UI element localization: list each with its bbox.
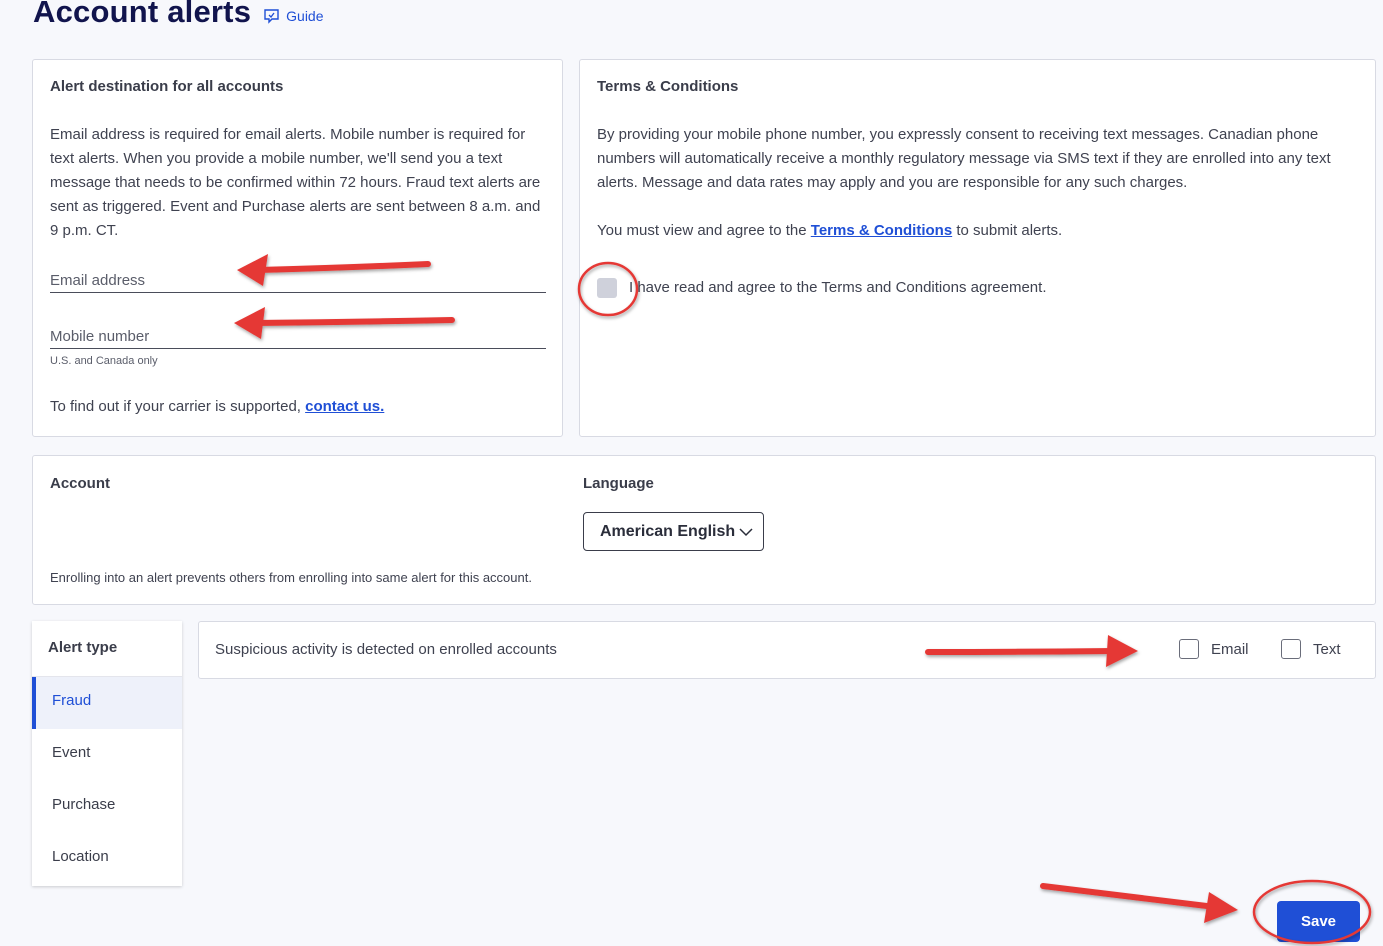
alert-type-location[interactable]: Location	[32, 833, 182, 885]
text-option-label: Text	[1313, 640, 1341, 658]
email-option: Email	[1179, 639, 1249, 659]
language-selected: American English	[600, 522, 736, 540]
page-header: Account alerts Guide	[33, 0, 324, 30]
email-checkbox[interactable]	[1179, 639, 1199, 659]
guide-link[interactable]: Guide	[263, 8, 324, 25]
chat-guide-icon	[264, 8, 279, 24]
mobile-hint: U.S. and Canada only	[50, 355, 158, 367]
alert-type-event[interactable]: Event	[32, 729, 182, 781]
email-option-label: Email	[1211, 640, 1249, 658]
terms-link[interactable]: Terms & Conditions	[811, 222, 952, 239]
must-view-suffix: to submit alerts.	[956, 222, 1063, 239]
alert-row: Suspicious activity is detected on enrol…	[198, 621, 1376, 679]
mobile-field-wrapper	[50, 315, 546, 349]
agree-row: I have read and agree to the Terms and C…	[597, 276, 1047, 300]
page-title: Account alerts	[33, 0, 252, 29]
must-view-prefix: You must view and agree to the	[597, 222, 807, 239]
account-card: Account Language American English Enroll…	[32, 455, 1376, 605]
alert-type-purchase[interactable]: Purchase	[32, 781, 182, 833]
alert-type-fraud[interactable]: Fraud	[32, 677, 182, 729]
terms-title: Terms & Conditions	[597, 78, 739, 95]
text-option: Text	[1281, 639, 1341, 659]
chevron-down-icon	[739, 527, 753, 536]
carrier-text: To find out if your carrier is supported…	[50, 398, 301, 415]
alert-description: Suspicious activity is detected on enrol…	[215, 641, 557, 658]
language-label: Language	[583, 475, 654, 492]
alert-destination-description: Email address is required for email aler…	[50, 126, 541, 239]
guide-label: Guide	[286, 8, 324, 24]
email-field[interactable]	[50, 259, 546, 292]
agree-label: I have read and agree to the Terms and C…	[629, 279, 1047, 296]
mobile-field[interactable]	[50, 315, 546, 348]
alert-type-header: Alert type	[32, 621, 182, 677]
account-label: Account	[50, 475, 110, 492]
alert-destination-card: Alert destination for all accounts Email…	[32, 59, 563, 437]
carrier-text-row: To find out if your carrier is supported…	[50, 395, 384, 419]
email-field-wrapper	[50, 259, 546, 293]
alert-destination-title: Alert destination for all accounts	[50, 78, 284, 95]
alert-type-nav: Alert type Fraud Event Purchase Location	[32, 621, 182, 886]
arrow-save-annotation	[1040, 883, 1238, 923]
contact-us-link[interactable]: contact us.	[305, 398, 384, 415]
save-button[interactable]: Save	[1277, 901, 1360, 942]
terms-must-view: You must view and agree to the Terms & C…	[597, 219, 1062, 243]
enroll-note: Enrolling into an alert prevents others …	[50, 570, 532, 585]
agree-checkbox[interactable]	[597, 278, 617, 298]
language-select[interactable]: American English	[583, 512, 764, 551]
terms-card: Terms & Conditions By providing your mob…	[579, 59, 1376, 437]
text-checkbox[interactable]	[1281, 639, 1301, 659]
terms-description: By providing your mobile phone number, y…	[597, 126, 1331, 191]
